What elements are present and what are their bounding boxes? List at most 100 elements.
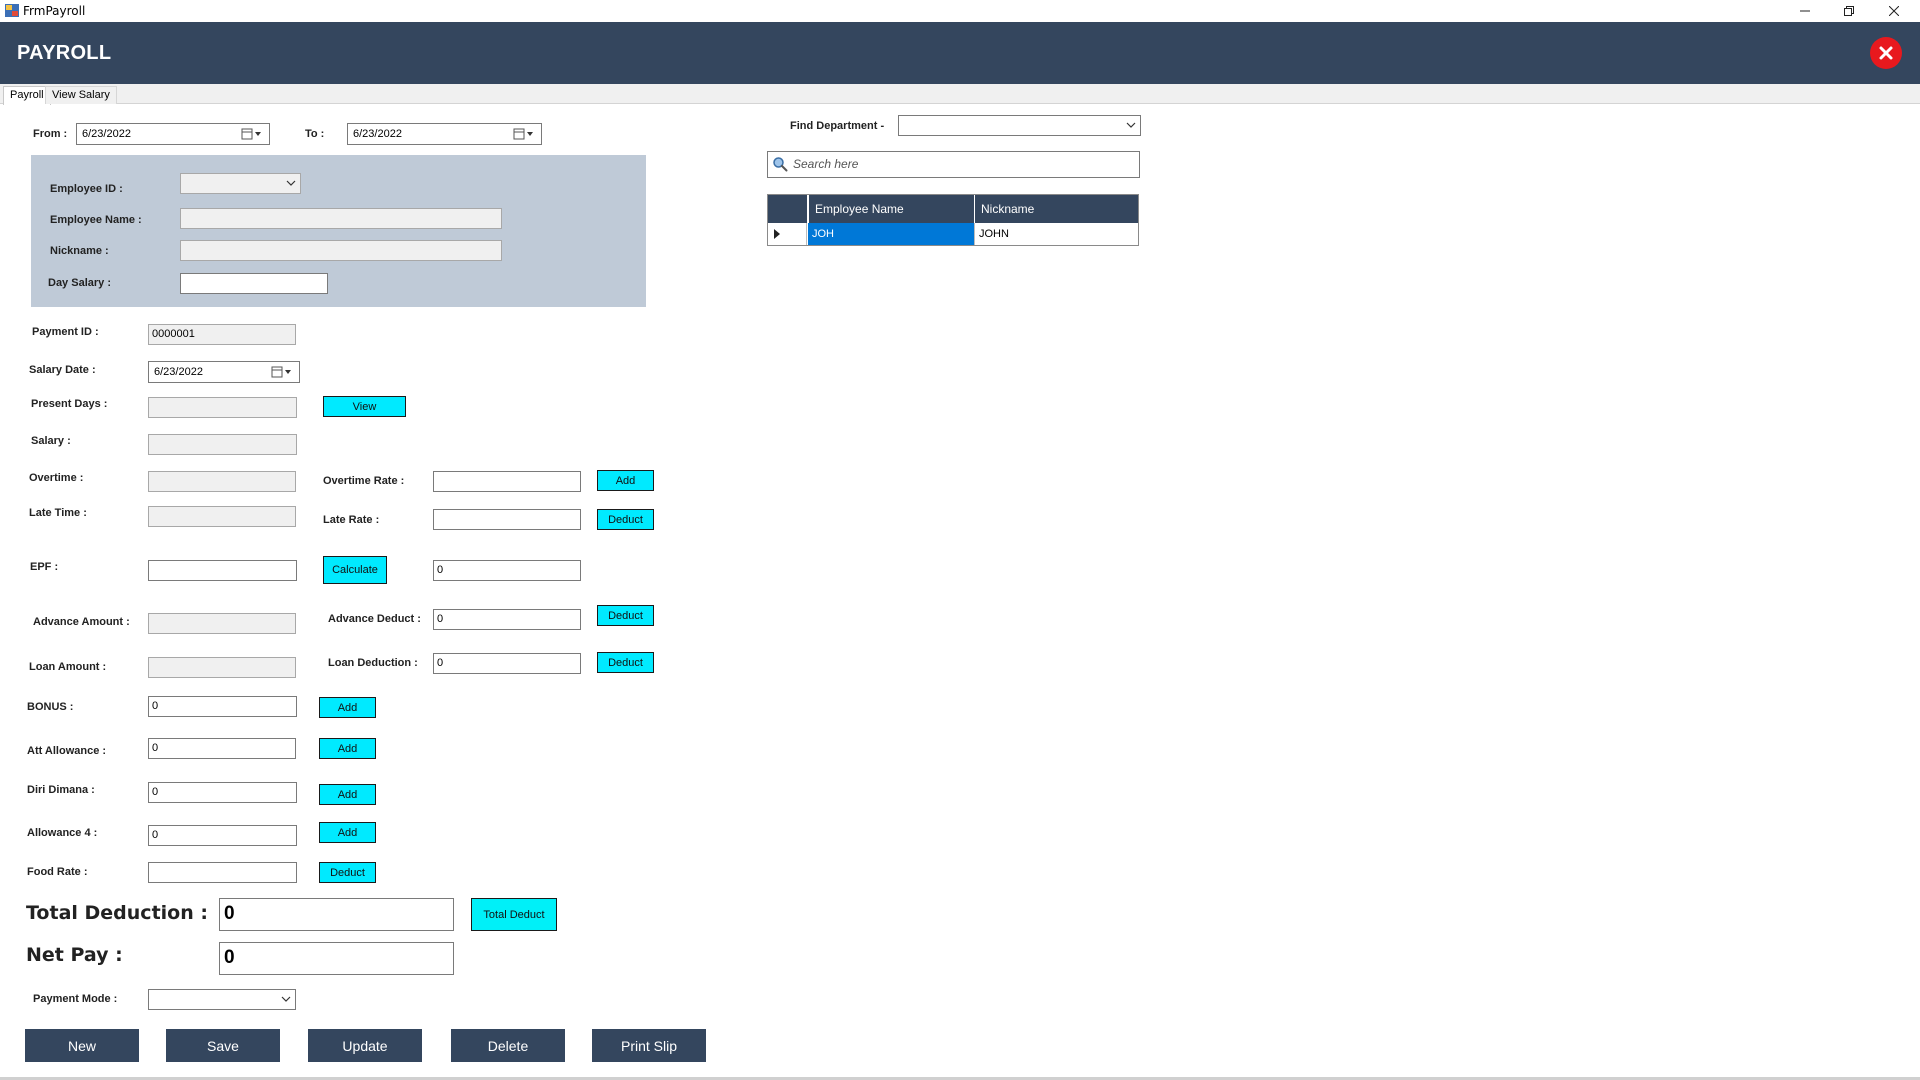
search-icon [773,157,788,172]
late-deduct-button[interactable]: Deduct [597,509,654,530]
overtime-rate-label: Overtime Rate : [323,475,405,487]
payment-mode-label: Payment Mode : [33,993,118,1005]
row-pointer-icon [774,229,780,239]
loan-deduction-field[interactable]: 0 [433,653,581,674]
header-band [0,22,1920,84]
search-placeholder: Search here [793,157,859,171]
late-rate-label: Late Rate : [323,514,380,526]
chevron-down-icon [1126,122,1136,128]
calendar-dropdown-icon [241,128,261,140]
att-allowance-label: Att Allowance : [27,745,107,757]
advance-amount-field[interactable] [148,613,296,634]
total-deduct-button[interactable]: Total Deduct [471,898,557,931]
total-deduction-field[interactable]: 0 [219,898,454,931]
bonus-label: BONUS : [27,701,74,713]
att-allowance-add-button[interactable]: Add [319,738,376,759]
form-close-button[interactable] [1870,37,1902,69]
net-pay-label: Net Pay : [26,944,123,966]
day-salary-field[interactable] [180,273,328,294]
present-days-field[interactable] [148,397,297,418]
day-salary-label: Day Salary : [48,277,111,289]
food-rate-label: Food Rate : [27,866,88,878]
to-date-picker[interactable]: 6/23/2022 [347,123,542,145]
diri-dimana-add-button[interactable]: Add [319,784,376,805]
grid-column-employee-name[interactable]: Employee Name [808,195,974,223]
grid-cell-nickname[interactable]: JOHN [974,223,1138,245]
advance-deduct-button[interactable]: Deduct [597,605,654,626]
diri-dimana-field[interactable]: 0 [148,782,297,803]
payment-mode-combo[interactable] [148,989,296,1010]
calculate-button[interactable]: Calculate [323,556,387,584]
calendar-dropdown-icon [271,366,291,378]
salary-date-label: Salary Date : [29,364,96,376]
find-department-label: Find Department - [790,120,885,132]
save-button[interactable]: Save [166,1029,280,1062]
view-button[interactable]: View [323,396,406,417]
diri-dimana-label: Diri Dimana : [27,784,95,796]
late-rate-field[interactable] [433,509,581,530]
chevron-down-icon [286,180,296,186]
from-date-picker[interactable]: 6/23/2022 [76,123,270,145]
to-date-value: 6/23/2022 [353,128,402,140]
salary-date-value: 6/23/2022 [154,366,203,378]
update-button[interactable]: Update [308,1029,422,1062]
allowance4-add-button[interactable]: Add [319,822,376,843]
food-rate-deduct-button[interactable]: Deduct [319,862,376,883]
employee-grid[interactable]: Employee Name Nickname JOH JOHN [767,194,1139,246]
advance-deduct-field[interactable]: 0 [433,609,581,630]
allowance4-label: Allowance 4 : [27,827,98,839]
employee-name-field[interactable] [180,208,502,229]
payment-id-field[interactable]: 0000001 [148,324,296,345]
window-title-bar: FrmPayroll [0,0,1920,22]
page-title: PAYROLL [17,42,112,64]
chevron-down-icon [281,996,291,1002]
from-label: From : [33,128,68,140]
employee-name-label: Employee Name : [50,214,142,226]
restore-icon [1844,6,1854,16]
from-date-value: 6/23/2022 [82,128,131,140]
net-pay-field[interactable]: 0 [219,942,454,975]
tab-payroll[interactable]: Payroll [3,86,51,105]
tab-strip [0,84,1920,104]
to-label: To : [305,128,325,140]
overtime-field[interactable] [148,471,296,492]
advance-amount-label: Advance Amount : [33,616,130,628]
overtime-add-button[interactable]: Add [597,470,654,491]
bonus-add-button[interactable]: Add [319,697,376,718]
late-time-field[interactable] [148,506,296,527]
employee-id-label: Employee ID : [50,183,123,195]
loan-amount-field[interactable] [148,657,296,678]
search-box[interactable]: Search here [767,151,1140,178]
allowance4-field[interactable]: 0 [148,825,297,846]
loan-deduct-button[interactable]: Deduct [597,652,654,673]
window-caption: FrmPayroll [23,4,86,18]
advance-deduct-label: Advance Deduct : [328,613,421,625]
new-button[interactable]: New [25,1029,139,1062]
calendar-dropdown-icon [513,128,533,140]
minimize-button[interactable] [1782,0,1828,22]
grid-column-nickname[interactable]: Nickname [974,195,1138,223]
department-combo[interactable] [898,115,1141,136]
close-icon [1889,6,1899,16]
overtime-rate-field[interactable] [433,471,581,492]
grid-row-selector[interactable] [768,223,807,245]
bonus-field[interactable]: 0 [148,696,297,717]
salary-date-picker[interactable]: 6/23/2022 [148,361,300,383]
epf-label: EPF : [30,561,59,573]
restore-button[interactable] [1826,0,1872,22]
epf-field[interactable] [148,560,297,581]
food-rate-field[interactable] [148,862,297,883]
loan-deduction-label: Loan Deduction : [328,657,418,669]
grid-cell-employee-name[interactable]: JOH [808,223,974,245]
print-slip-button[interactable]: Print Slip [592,1029,706,1062]
minimize-icon [1800,10,1810,12]
epf-result-field[interactable]: 0 [433,560,581,581]
salary-field[interactable] [148,434,297,455]
tab-view-salary[interactable]: View Salary [45,86,117,104]
employee-id-combo[interactable] [180,173,301,194]
window-close-button[interactable] [1871,0,1917,22]
salary-label: Salary : [31,435,71,447]
delete-button[interactable]: Delete [451,1029,565,1062]
att-allowance-field[interactable]: 0 [148,738,296,759]
nickname-field[interactable] [180,240,502,261]
